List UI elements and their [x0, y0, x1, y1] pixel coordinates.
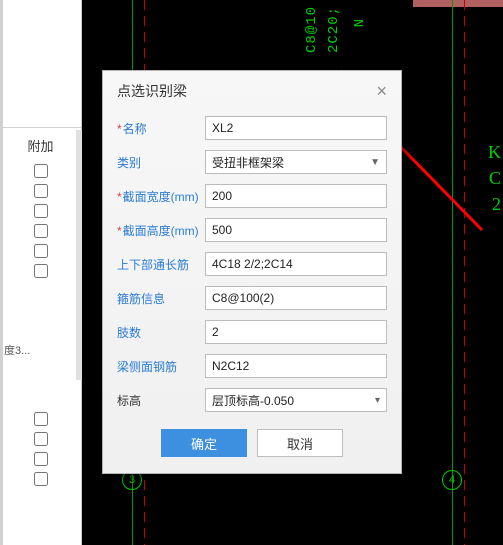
select-elevation[interactable]: 层顶标高-0.050 ▾ [205, 388, 387, 412]
dialog-title: 点选识别梁 [117, 81, 187, 101]
attach-checkbox[interactable] [34, 164, 48, 178]
left-side-panel: 附加 度3... [0, 0, 82, 545]
input-width[interactable] [205, 184, 387, 208]
row-height: 截面高度(mm) [103, 213, 401, 247]
row-name: 名称 [103, 111, 401, 145]
row-longbar: 上下部通长筋 [103, 247, 401, 281]
row-type: 类别 受扭非框架梁 ▼ [103, 145, 401, 179]
attach-checkbox[interactable] [34, 432, 48, 446]
input-sidebar[interactable] [205, 354, 387, 378]
label-elevation: 标高 [117, 392, 205, 409]
cancel-button[interactable]: 取消 [257, 429, 343, 457]
label-limbs: 肢数 [117, 324, 205, 341]
label-name: 名称 [117, 120, 205, 137]
label-height: 截面高度(mm) [117, 222, 205, 239]
dialog-button-row: 确定 取消 [103, 417, 401, 473]
select-elevation-value: 层顶标高-0.050 [212, 392, 294, 409]
truncated-label: 度3... [0, 342, 81, 358]
attach-checkbox[interactable] [34, 184, 48, 198]
input-limbs[interactable] [205, 320, 387, 344]
attach-checkbox[interactable] [34, 244, 48, 258]
row-elevation: 标高 层顶标高-0.050 ▾ [103, 383, 401, 417]
row-stirrup: 箍筋信息 [103, 281, 401, 315]
attach-checkbox[interactable] [34, 264, 48, 278]
input-longbar[interactable] [205, 252, 387, 276]
attach-checkbox[interactable] [34, 452, 48, 466]
attach-checkbox[interactable] [34, 472, 48, 486]
row-limbs: 肢数 [103, 315, 401, 349]
chevron-down-icon: ▼ [370, 157, 380, 168]
attach-column-header: 附加 [0, 128, 81, 160]
attach-checkbox[interactable] [34, 224, 48, 238]
left-header-blank [0, 0, 81, 128]
input-stirrup[interactable] [205, 286, 387, 310]
dialog-titlebar: 点选识别梁 × [103, 71, 401, 111]
label-stirrup: 箍筋信息 [117, 290, 205, 307]
label-width: 截面宽度(mm) [117, 188, 205, 205]
chevron-down-icon: ▾ [375, 395, 380, 406]
row-width: 截面宽度(mm) [103, 179, 401, 213]
close-icon[interactable]: × [376, 82, 387, 100]
select-type-value: 受扭非框架梁 [212, 154, 284, 171]
select-type[interactable]: 受扭非框架梁 ▼ [205, 150, 387, 174]
label-longbar: 上下部通长筋 [117, 256, 205, 273]
attach-checkbox[interactable] [34, 204, 48, 218]
label-type: 类别 [117, 154, 205, 171]
input-name[interactable] [205, 116, 387, 140]
label-sidebar: 梁侧面钢筋 [117, 358, 205, 375]
attach-checkbox[interactable] [34, 412, 48, 426]
checkbox-column-bottom [0, 408, 81, 486]
checkbox-column-top [0, 160, 81, 278]
ok-button[interactable]: 确定 [161, 429, 247, 457]
left-edge [0, 0, 3, 545]
row-sidebar: 梁侧面钢筋 [103, 349, 401, 383]
input-height[interactable] [205, 218, 387, 242]
beam-recognition-dialog: 点选识别梁 × 名称 类别 受扭非框架梁 ▼ 截面宽度(mm) 截面高度(mm)… [102, 70, 402, 474]
